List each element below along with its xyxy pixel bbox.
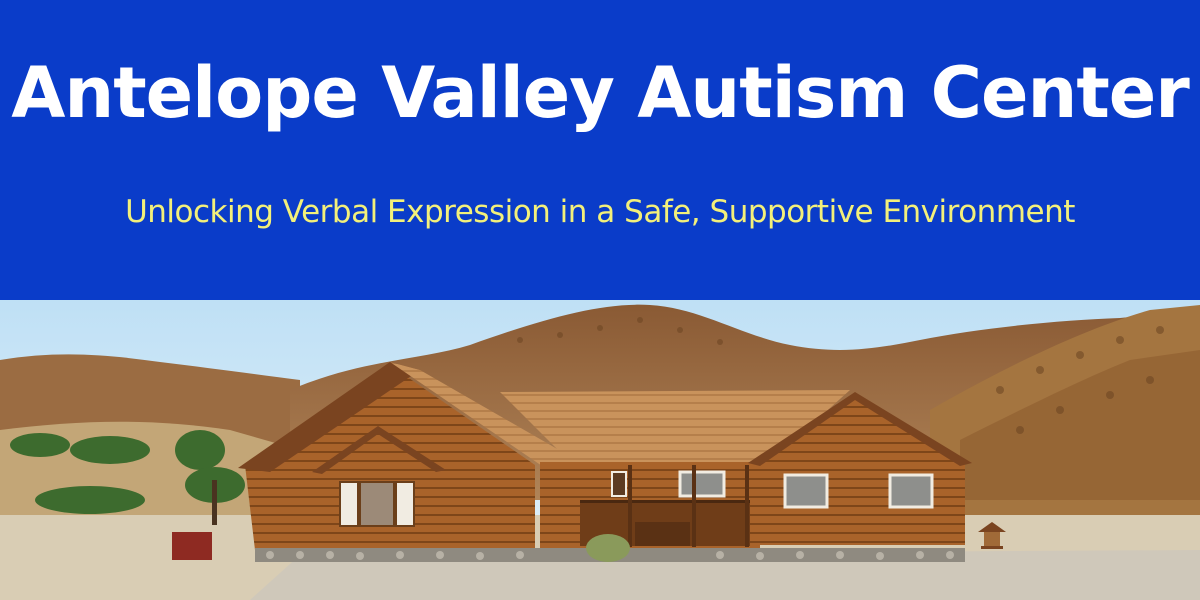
porch-shrub — [586, 534, 630, 562]
red-bin — [172, 532, 212, 560]
page-title: Antelope Valley Autism Center — [11, 52, 1190, 134]
house-photo — [0, 300, 1200, 600]
header-banner: Antelope Valley Autism Center Unlocking … — [0, 0, 1200, 300]
tree-trunk — [212, 480, 217, 525]
page-subtitle: Unlocking Verbal Expression in a Safe, S… — [125, 194, 1075, 230]
